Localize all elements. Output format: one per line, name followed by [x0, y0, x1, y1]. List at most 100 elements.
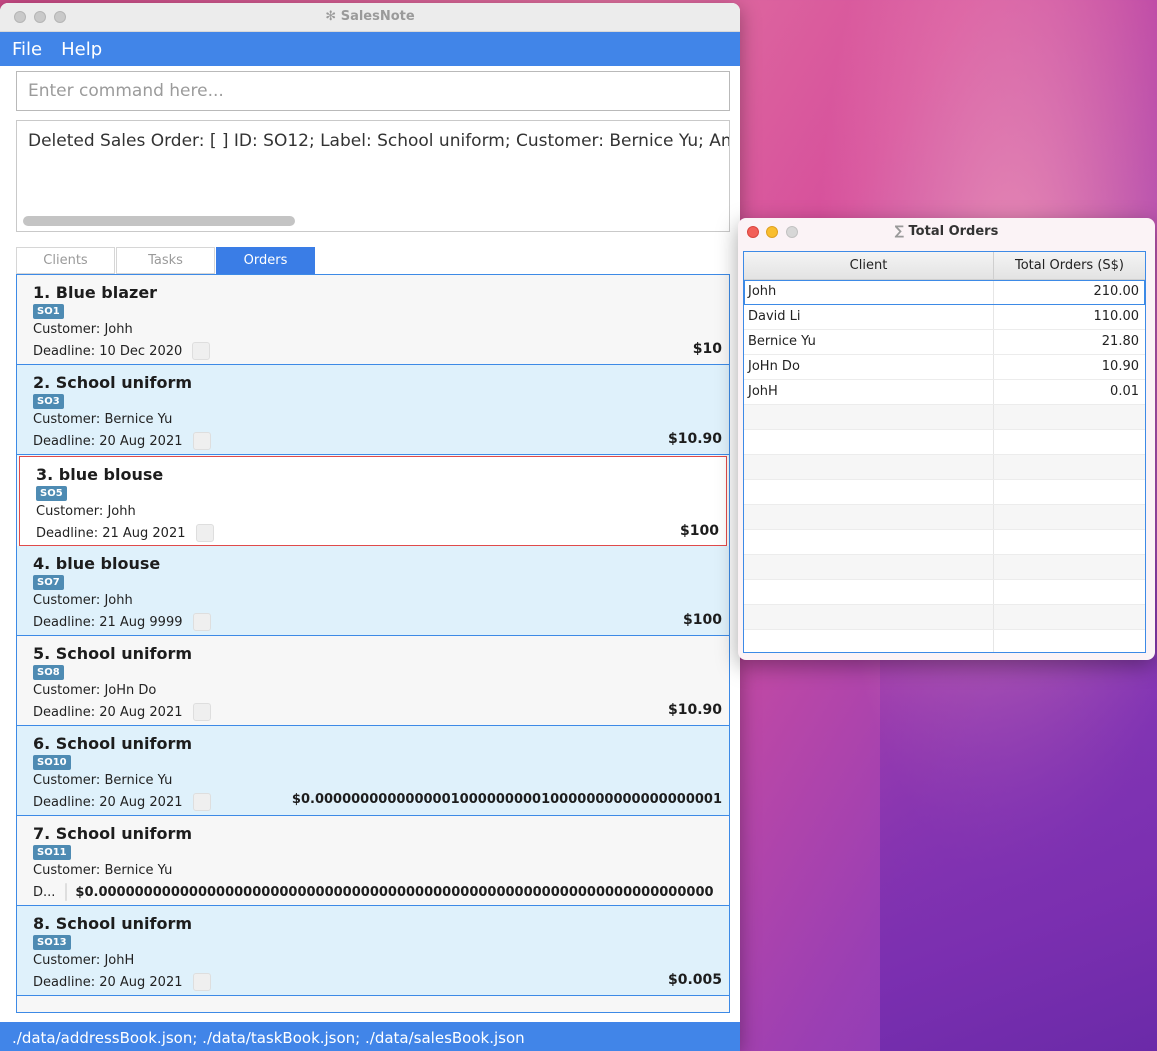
- order-id-tag: SO7: [33, 575, 64, 590]
- done-checkbox[interactable]: [192, 703, 211, 721]
- order-card[interactable]: 7. School uniform SO11 Customer: Bernice…: [17, 816, 729, 906]
- deadline-label: Deadline:: [33, 704, 96, 720]
- title-bar: ∑ Total Orders: [738, 218, 1155, 245]
- order-id-tag: SO8: [33, 665, 64, 680]
- customer-value: JoHn Do: [104, 683, 157, 698]
- order-customer: Customer: JoHn Do: [33, 683, 156, 698]
- order-customer: Customer: Bernice Yu: [33, 863, 172, 878]
- client-cell: JoHn Do: [744, 355, 994, 379]
- order-card[interactable]: 5. School uniform SO8 Customer: JoHn Do …: [17, 636, 729, 726]
- customer-label: Customer:: [33, 863, 101, 878]
- order-id-tag: SO11: [33, 845, 71, 860]
- deadline-value: 21 Aug 2021: [102, 525, 186, 541]
- deadline-value: 10 Dec 2020: [99, 343, 183, 359]
- tab-clients[interactable]: Clients: [16, 247, 115, 274]
- order-deadline: Deadline: 20 Aug 2021: [33, 703, 211, 721]
- order-customer: Customer: Johh: [36, 504, 136, 519]
- customer-value: Bernice Yu: [104, 412, 173, 427]
- column-header-total[interactable]: Total Orders (S$): [994, 252, 1145, 279]
- order-deadline: Deadline: 20 Aug 2021: [33, 793, 211, 811]
- order-amount: $0.0000000000000000000000000000000000000…: [75, 884, 713, 900]
- order-amount: $10: [692, 341, 722, 357]
- table-row[interactable]: Johh 210.00: [744, 280, 1145, 305]
- done-checkbox[interactable]: [65, 883, 68, 901]
- order-amount: $0.005: [667, 972, 722, 988]
- client-cell: Johh: [744, 280, 994, 304]
- empty-row: [744, 430, 1145, 455]
- deadline-value: 21 Aug 9999: [99, 614, 183, 630]
- menu-help[interactable]: Help: [61, 39, 102, 60]
- order-customer: Customer: Johh: [33, 593, 133, 608]
- table-row[interactable]: JoHn Do 10.90: [744, 355, 1145, 380]
- order-list[interactable]: 1. Blue blazer SO1 Customer: Johh Deadli…: [16, 274, 730, 1013]
- order-amount: $10.90: [667, 431, 722, 447]
- order-card[interactable]: 8. School uniform SO13 Customer: JohH De…: [17, 906, 729, 996]
- deadline-label: Deadline:: [33, 614, 96, 630]
- done-checkbox[interactable]: [192, 613, 211, 631]
- order-card[interactable]: 6. School uniform SO10 Customer: Bernice…: [17, 726, 729, 816]
- order-deadline: Deadline: 20 Aug 2021: [33, 973, 211, 991]
- order-amount: $100: [680, 523, 719, 539]
- table-row[interactable]: Bernice Yu 21.80: [744, 330, 1145, 355]
- order-name: 7. School uniform: [33, 824, 192, 843]
- customer-value: Bernice Yu: [104, 773, 173, 788]
- order-card[interactable]: 4. blue blouse SO7 Customer: Johh Deadli…: [17, 546, 729, 636]
- title-bar: ✻ SalesNote: [0, 3, 740, 32]
- order-deadline: Deadline: 21 Aug 9999: [33, 613, 211, 631]
- deadline-label: Deadline:: [33, 433, 96, 449]
- customer-label: Customer:: [33, 412, 101, 427]
- menu-file[interactable]: File: [12, 39, 42, 60]
- column-header-client[interactable]: Client: [744, 252, 994, 279]
- order-amount: $100: [683, 612, 722, 628]
- order-name: 8. School uniform: [33, 914, 192, 933]
- total-orders-table[interactable]: Client Total Orders (S$) Johh 210.00 Davi…: [743, 251, 1146, 653]
- app-icon: ✻: [325, 9, 341, 24]
- empty-row: [744, 505, 1145, 530]
- order-amount: $0.0000000000000001000000000100000000000…: [291, 792, 722, 807]
- order-card[interactable]: 1. Blue blazer SO1 Customer: Johh Deadli…: [17, 275, 729, 365]
- customer-value: Johh: [107, 504, 136, 519]
- order-deadline: Deadline: 20 Aug 2021: [33, 432, 211, 450]
- order-card[interactable]: 2. School uniform SO3 Customer: Bernice …: [17, 365, 729, 455]
- client-cell: JohH: [744, 380, 994, 404]
- client-cell: David Li: [744, 305, 994, 329]
- deadline-label: Deadline:: [33, 343, 96, 359]
- deadline-label-truncated: D...: [33, 884, 56, 900]
- order-deadline: Deadline: 10 Dec 2020: [33, 342, 211, 360]
- total-cell: 21.80: [1101, 334, 1139, 349]
- table-row[interactable]: David Li 110.00: [744, 305, 1145, 330]
- order-id-tag: SO1: [33, 304, 64, 319]
- total-orders-window: ∑ Total Orders Client Total Orders (S$) …: [738, 218, 1155, 660]
- order-customer: Customer: JohH: [33, 953, 134, 968]
- customer-label: Customer:: [33, 773, 101, 788]
- customer-label: Customer:: [33, 953, 101, 968]
- total-cell: 210.00: [1093, 284, 1140, 299]
- empty-row: [744, 580, 1145, 605]
- deadline-label: Deadline:: [33, 794, 96, 810]
- window-title: ∑ Total Orders: [894, 224, 999, 239]
- done-checkbox[interactable]: [192, 432, 211, 450]
- order-id-tag: SO13: [33, 935, 71, 950]
- order-name: 3. blue blouse: [36, 465, 164, 484]
- tab-orders[interactable]: Orders: [216, 247, 315, 274]
- order-name: 6. School uniform: [33, 734, 192, 753]
- tab-tasks[interactable]: Tasks: [116, 247, 215, 274]
- total-cell: 110.00: [1093, 309, 1140, 324]
- customer-value: Johh: [104, 593, 133, 608]
- done-checkbox[interactable]: [192, 342, 211, 360]
- window-title: ✻ SalesNote: [325, 9, 415, 24]
- order-card-selected[interactable]: 3. blue blouse SO5 Customer: Johh Deadli…: [19, 456, 727, 546]
- empty-row: [744, 480, 1145, 505]
- table-row[interactable]: JohH 0.01: [744, 380, 1145, 405]
- customer-value: JohH: [104, 953, 135, 968]
- done-checkbox[interactable]: [192, 973, 211, 991]
- total-cell: 10.90: [1101, 359, 1139, 374]
- customer-label: Customer:: [33, 593, 101, 608]
- customer-label: Customer:: [33, 322, 101, 337]
- result-horizontal-scrollbar[interactable]: [23, 216, 295, 226]
- done-checkbox[interactable]: [195, 524, 214, 542]
- done-checkbox[interactable]: [192, 793, 211, 811]
- command-input[interactable]: Enter command here...: [16, 71, 730, 111]
- result-text: Deleted Sales Order: [ ] ID: SO12; Label…: [28, 131, 730, 151]
- tab-bar: Clients Tasks Orders: [16, 247, 316, 274]
